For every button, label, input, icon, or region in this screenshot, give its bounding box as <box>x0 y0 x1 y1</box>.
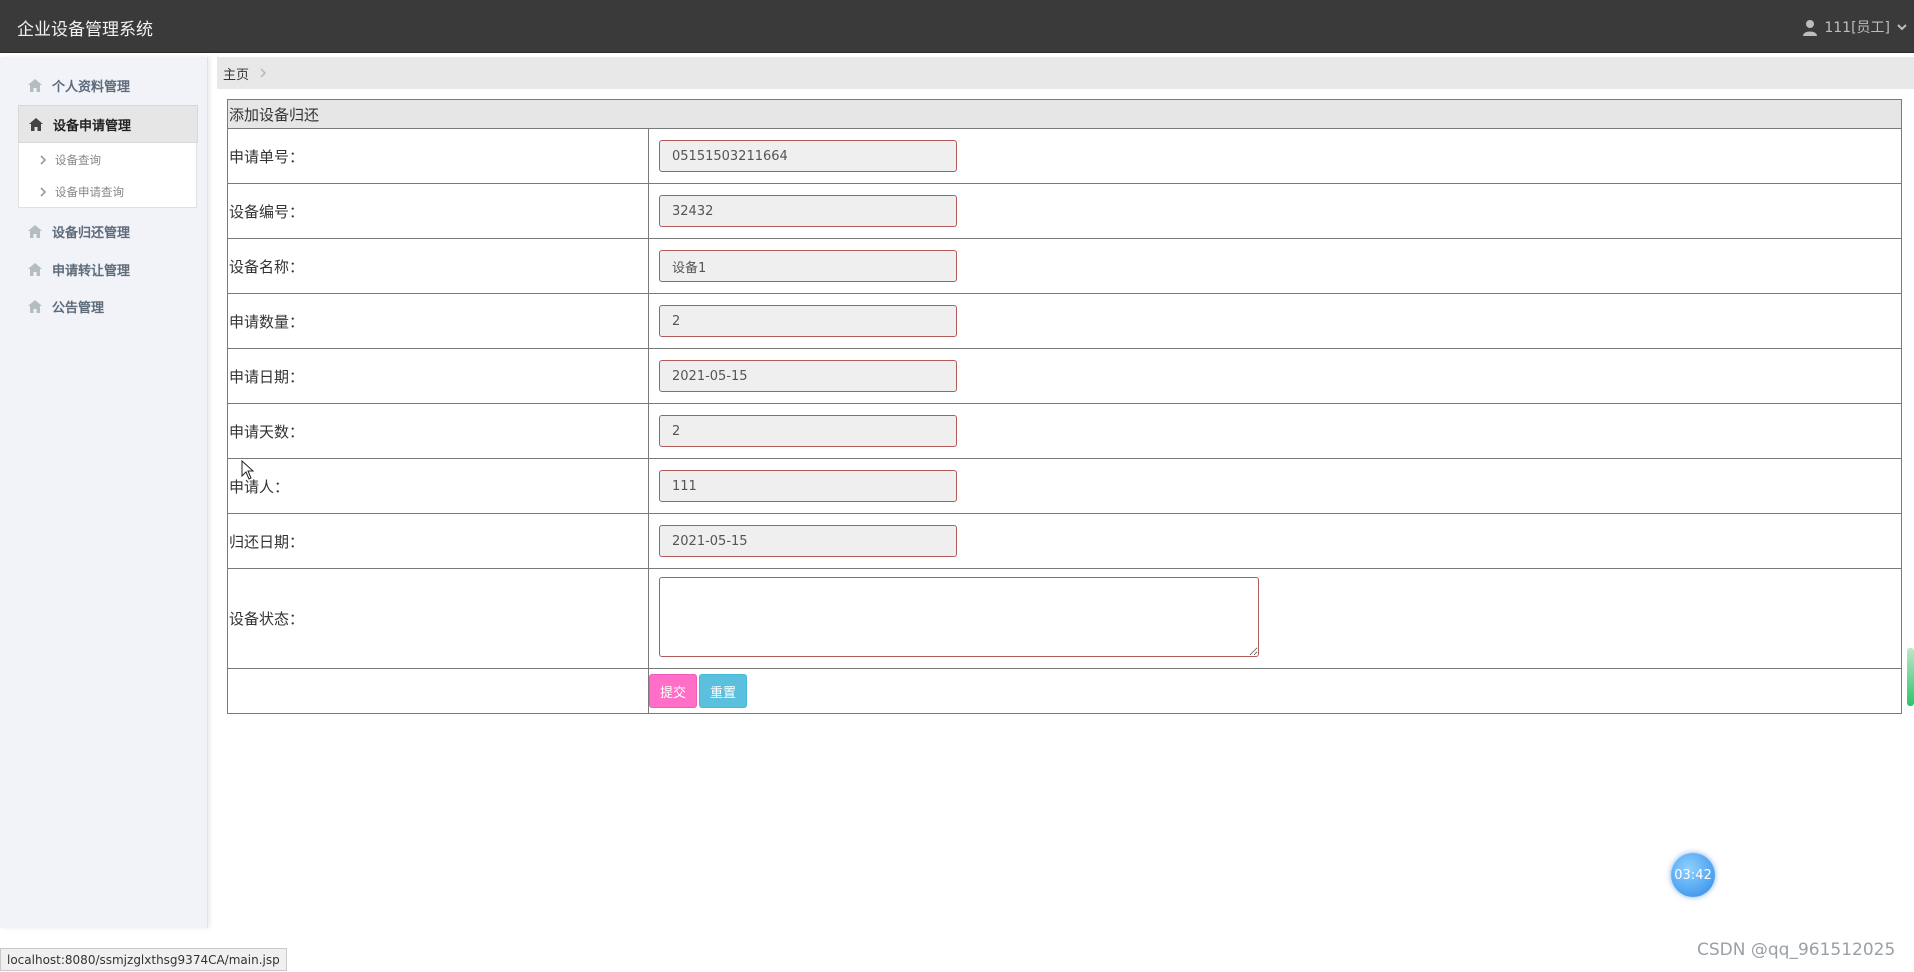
sidebar-item-device-return[interactable]: 设备归还管理 <box>18 213 196 249</box>
submit-button[interactable]: 提交 <box>649 674 698 708</box>
field-label: 归还日期： <box>227 513 649 569</box>
user-label: 111[员工] <box>1824 20 1890 36</box>
sidebar-item-notice[interactable]: 公告管理 <box>18 288 196 324</box>
sidebar-item-transfer[interactable]: 申请转让管理 <box>18 251 196 287</box>
submenu-item-device-query[interactable]: 设备查询 <box>19 145 196 175</box>
applicant-input[interactable] <box>659 470 957 502</box>
field-label: 申请单号： <box>227 128 649 184</box>
sidebar: 个人资料管理 设备申请管理 设备查询 设备申请查询 设备归还管理 申请转让管理 … <box>0 57 208 928</box>
watermark: CSDN @qq_961512025 <box>1697 940 1896 960</box>
device-name-input[interactable] <box>659 250 957 282</box>
form-row: 设备名称： <box>227 238 1902 294</box>
chevron-right-icon <box>40 187 47 197</box>
floating-timer[interactable]: 03:42 <box>1671 853 1715 897</box>
breadcrumb-home[interactable]: 主页 <box>223 64 249 83</box>
sidebar-item-label: 公告管理 <box>52 300 105 316</box>
form-actions-row: 提交 重置 <box>227 668 1902 714</box>
reset-button[interactable]: 重置 <box>699 674 748 708</box>
form-title: 添加设备归还 <box>227 99 1902 129</box>
field-label: 设备状态： <box>227 568 649 669</box>
field-label: 设备名称： <box>227 238 649 294</box>
form-row: 设备状态： <box>227 568 1902 669</box>
form-row: 申请人： <box>227 458 1902 514</box>
return-date-input[interactable] <box>659 525 957 557</box>
form-row: 申请单号： <box>227 128 1902 184</box>
field-label: 设备编号： <box>227 183 649 239</box>
form-row: 申请天数： <box>227 403 1902 459</box>
sidebar-item-label: 设备申请管理 <box>53 118 132 134</box>
device-status-textarea[interactable] <box>659 576 1259 657</box>
home-icon <box>28 224 42 238</box>
application-number-input[interactable] <box>659 140 957 172</box>
submenu-item-label: 设备查询 <box>55 153 101 167</box>
field-label: 申请人： <box>227 458 649 514</box>
chevron-right-icon <box>260 68 267 78</box>
field-label: 申请日期： <box>227 348 649 404</box>
form-row: 申请数量： <box>227 293 1902 349</box>
sidebar-item-label: 设备归还管理 <box>52 225 131 241</box>
user-menu[interactable]: 111[员工] <box>1802 17 1908 37</box>
browser-status-url: localhost:8080/ssmjzglxthsg9374CA/main.j… <box>0 948 287 971</box>
form-row: 设备编号： <box>227 183 1902 239</box>
app-title: 企业设备管理系统 <box>17 20 153 40</box>
form-row: 申请日期： <box>227 348 1902 404</box>
sidebar-item-label: 申请转让管理 <box>52 263 131 279</box>
chevron-down-icon <box>1897 24 1907 31</box>
home-icon <box>28 262 42 276</box>
submenu-item-apply-query[interactable]: 设备申请查询 <box>19 177 196 207</box>
sidebar-item-device-apply[interactable]: 设备申请管理 <box>18 105 198 143</box>
submenu: 设备查询 设备申请查询 <box>18 143 197 208</box>
sidebar-item-label: 个人资料管理 <box>52 79 131 95</box>
home-icon <box>29 117 43 131</box>
apply-days-input[interactable] <box>659 415 957 447</box>
apply-quantity-input[interactable] <box>659 305 957 337</box>
submenu-item-label: 设备申请查询 <box>55 185 124 199</box>
device-number-input[interactable] <box>659 195 957 227</box>
scrollbar-thumb[interactable] <box>1907 648 1914 706</box>
top-navbar: 企业设备管理系统 111[员工] <box>0 0 1914 53</box>
form-title-row: 添加设备归还 <box>227 99 1902 129</box>
form-row: 归还日期： <box>227 513 1902 569</box>
home-icon <box>28 299 42 313</box>
home-icon <box>28 78 42 92</box>
user-icon <box>1803 19 1818 36</box>
breadcrumb: 主页 <box>217 57 1914 89</box>
apply-date-input[interactable] <box>659 360 957 392</box>
chevron-right-icon <box>40 155 47 165</box>
field-label: 申请天数： <box>227 403 649 459</box>
return-form: 添加设备归还 申请单号： 设备编号： 设备名称： 申请数量： 申请日期： 申请天… <box>227 99 1902 714</box>
field-label: 申请数量： <box>227 293 649 349</box>
mouse-cursor-icon <box>241 460 255 480</box>
sidebar-item-profile[interactable]: 个人资料管理 <box>18 67 196 103</box>
